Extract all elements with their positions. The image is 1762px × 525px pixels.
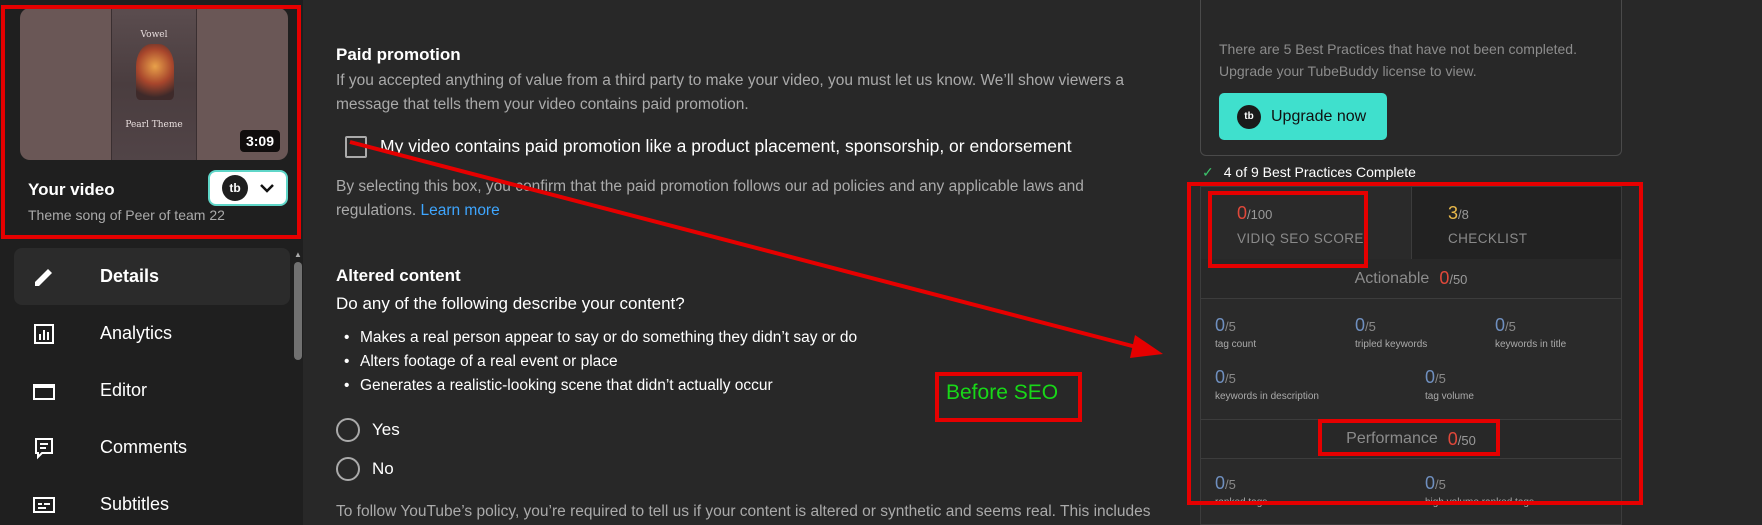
annotation-arrow: [349, 140, 1163, 358]
